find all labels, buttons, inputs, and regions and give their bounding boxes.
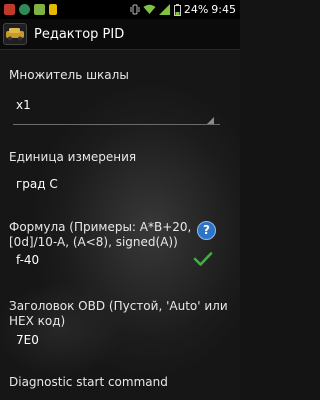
- app-logo-icon[interactable]: [3, 23, 27, 45]
- scale-spinner[interactable]: x1: [16, 98, 234, 112]
- notification-android-icon: [34, 4, 45, 15]
- battery-percent: 24%: [183, 3, 209, 16]
- obd-header-label: Заголовок OBD (Пустой, 'Auto' или HEX ко…: [9, 299, 228, 328]
- scale-label: Множитель шкалы: [9, 68, 129, 82]
- battery-icon: [173, 3, 181, 16]
- signal-icon: [158, 4, 170, 15]
- help-circle-icon[interactable]: ?: [197, 221, 216, 240]
- wifi-icon: [143, 4, 156, 14]
- check-icon: [193, 252, 213, 266]
- unit-input[interactable]: град С: [16, 177, 234, 191]
- formula-label: Формула (Примеры: A*B+20, [0d]/10-A, (A<…: [9, 220, 192, 249]
- action-bar: Редактор PID: [0, 19, 240, 50]
- notification-flag-icon: [49, 4, 57, 15]
- page-title: Редактор PID: [34, 26, 125, 42]
- scale-spinner-underline: [13, 124, 220, 125]
- unit-label: Единица измерения: [9, 150, 137, 164]
- status-bar: 24% 9:45: [0, 0, 240, 19]
- diagnostic-start-label: Diagnostic start command: [9, 375, 168, 389]
- pid-editor-form: Множитель шкалы x1 Единица измерения гра…: [0, 50, 240, 400]
- obd-header-input[interactable]: 7E0: [16, 333, 234, 347]
- clock-time: 9:45: [211, 3, 236, 16]
- notification-app-icon: [4, 4, 15, 15]
- notification-shield-icon: [19, 4, 30, 15]
- vibrate-icon: [130, 4, 140, 15]
